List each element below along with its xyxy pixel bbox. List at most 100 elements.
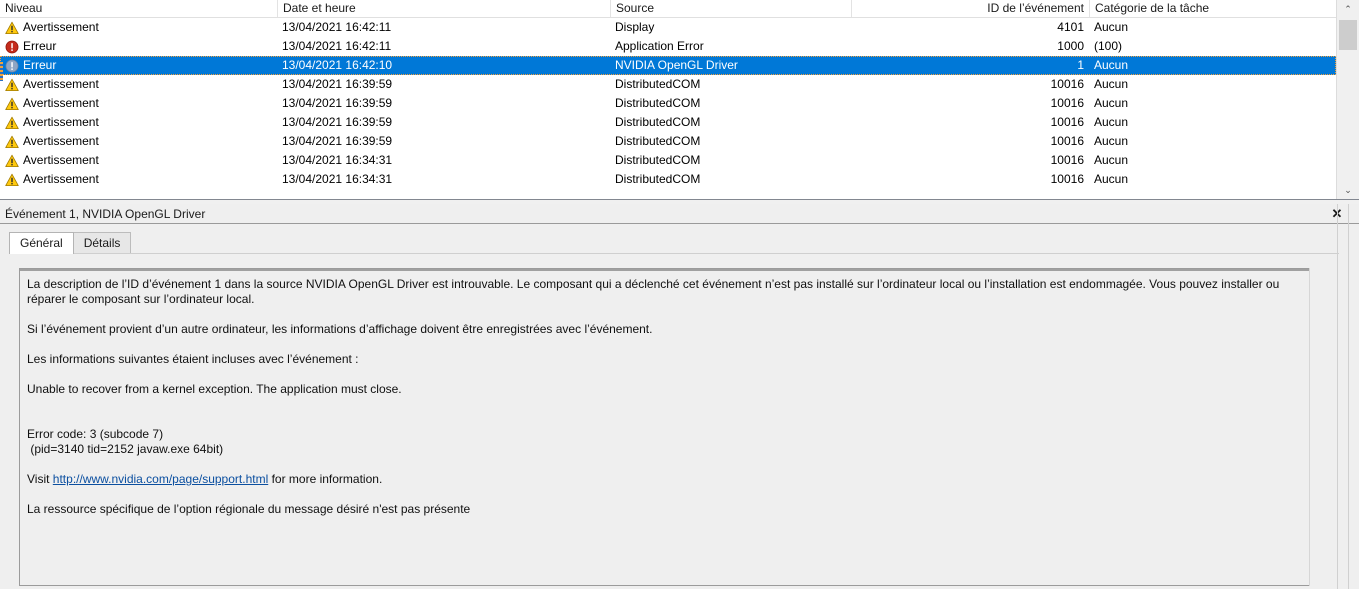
table-row[interactable]: Avertissement 13/04/2021 16:39:59 Distribu…: [0, 113, 1336, 132]
cell-level: Avertissement: [0, 75, 277, 94]
cell-source: DistributedCOM: [615, 115, 701, 129]
cell-category: Aucun: [1094, 96, 1129, 110]
visit-prefix-text: Visit: [27, 472, 53, 486]
cell-datetime: 13/04/2021 16:39:59: [282, 115, 393, 129]
tab-details[interactable]: Détails: [72, 232, 132, 253]
scrollbar-up-arrow-icon[interactable]: ⌃: [1337, 0, 1359, 18]
cell-datetime: 13/04/2021 16:42:11: [282, 39, 392, 53]
cell-event_id: 10016: [1050, 96, 1084, 110]
cell-datetime: 13/04/2021 16:34:31: [282, 153, 393, 167]
cell-category: Aucun: [1094, 20, 1129, 34]
tab-general[interactable]: Général: [9, 232, 74, 254]
cell-datetime: 13/04/2021 16:34:31: [282, 172, 393, 186]
cell-level: Avertissement: [0, 113, 277, 132]
cell-level: Erreur: [0, 56, 277, 75]
cell-category: Aucun: [1094, 134, 1129, 148]
table-row[interactable]: Avertissement 13/04/2021 16:39:59 Distribu…: [0, 94, 1336, 113]
cell-level: Avertissement: [0, 151, 277, 170]
warning-icon: [5, 116, 19, 129]
table-row[interactable]: Avertissement 13/04/2021 16:39:59 Distribu…: [0, 132, 1336, 151]
warning-icon: [5, 154, 19, 167]
event-list-rows[interactable]: Avertissement 13/04/2021 16:42:11 Display 4…: [0, 18, 1336, 189]
description-box-right-edge: [1309, 268, 1310, 586]
column-header-level[interactable]: Niveau: [0, 0, 277, 17]
cell-source: DistributedCOM: [615, 134, 701, 148]
cell-source: DistributedCOM: [615, 96, 701, 110]
description-pid-line: (pid=3140 tid=2152 javaw.exe 64bit): [27, 442, 224, 456]
event-detail-pane: Événement 1, NVIDIA OpenGL Driver ✕ Géné…: [0, 204, 1359, 589]
column-header-datetime[interactable]: Date et heure: [277, 0, 610, 17]
cell-category: Aucun: [1094, 153, 1129, 167]
cell-category: Aucun: [1094, 172, 1129, 186]
error-icon: [5, 40, 19, 54]
warning-icon: [5, 78, 19, 91]
visit-suffix-text: for more information.: [268, 472, 383, 486]
cell-datetime: 13/04/2021 16:42:11: [282, 20, 392, 34]
description-paragraph-7: La ressource spécifique de l’option régi…: [27, 502, 471, 516]
warning-icon: [5, 21, 19, 34]
table-row[interactable]: Avertissement 13/04/2021 16:34:31 Distribu…: [0, 170, 1336, 189]
warning-icon: [5, 135, 19, 148]
description-blank-line: [27, 397, 1303, 412]
event-list-viewport[interactable]: Niveau Date et heure Source ID de l’événeme…: [0, 0, 1336, 199]
error-icon: [5, 59, 19, 73]
detail-tabstrip[interactable]: Général Détails: [9, 232, 1349, 254]
cell-datetime: 13/04/2021 16:39:59: [282, 96, 393, 110]
table-row[interactable]: Erreur 13/04/2021 16:42:10 NVIDIA OpenGL D…: [0, 56, 1336, 75]
cell-source: Application Error: [615, 39, 704, 53]
description-visit-line: Visit http://www.nvidia.com/page/support…: [27, 472, 1303, 487]
cell-event_id: 10016: [1050, 115, 1084, 129]
cell-event_id: 10016: [1050, 172, 1084, 186]
column-header-category[interactable]: Catégorie de la tâche: [1089, 0, 1336, 17]
cell-category: (100): [1094, 39, 1123, 53]
cell-event_id: 1000: [1057, 39, 1084, 53]
description-paragraph-2: Si l’événement provient d’un autre ordin…: [27, 322, 653, 336]
event-list-column-headers[interactable]: Niveau Date et heure Source ID de l’événeme…: [0, 0, 1336, 18]
cell-level: Avertissement: [0, 170, 277, 189]
cell-source: DistributedCOM: [615, 77, 701, 91]
cell-level: Avertissement: [0, 18, 277, 37]
table-row[interactable]: Avertissement 13/04/2021 16:34:31 Distribu…: [0, 151, 1336, 170]
scrollbar-thumb[interactable]: [1339, 20, 1357, 50]
warning-icon: [5, 97, 19, 110]
column-header-source[interactable]: Source: [610, 0, 851, 17]
cell-event_id: 1: [1077, 58, 1084, 72]
cell-source: NVIDIA OpenGL Driver: [615, 58, 738, 72]
cell-event_id: 10016: [1050, 153, 1084, 167]
cell-datetime: 13/04/2021 16:39:59: [282, 134, 393, 148]
description-paragraph-1: La description de l’ID d’événement 1 dan…: [27, 277, 1283, 306]
cell-level: Erreur: [0, 37, 277, 56]
cell-source: DistributedCOM: [615, 172, 701, 186]
event-description-box[interactable]: La description de l’ID d’événement 1 dan…: [19, 268, 1309, 586]
cell-event_id: 4101: [1057, 20, 1084, 34]
cell-level: Avertissement: [0, 132, 277, 151]
description-blank-line-2: [27, 412, 1303, 427]
event-detail-titlebar: Événement 1, NVIDIA OpenGL Driver ✕: [0, 204, 1359, 224]
table-row[interactable]: Erreur 13/04/2021 16:42:11 Application Err…: [0, 37, 1336, 56]
detail-pane-right-edge: [1337, 204, 1338, 589]
detail-pane-outer-edge: [1348, 204, 1349, 589]
cell-event_id: 10016: [1050, 134, 1084, 148]
cell-category: Aucun: [1094, 77, 1129, 91]
cell-event_id: 10016: [1050, 77, 1084, 91]
table-row[interactable]: Avertissement 13/04/2021 16:39:59 Distribu…: [0, 75, 1336, 94]
column-header-event_id[interactable]: ID de l’événement: [851, 0, 1089, 17]
event-list-vertical-scrollbar[interactable]: ⌃ ⌄: [1336, 0, 1359, 199]
cell-source: DistributedCOM: [615, 153, 701, 167]
cell-level: Avertissement: [0, 94, 277, 113]
scrollbar-down-arrow-icon[interactable]: ⌄: [1337, 181, 1359, 199]
warning-icon: [5, 173, 19, 186]
cell-source: Display: [615, 20, 655, 34]
description-paragraph-4: Unable to recover from a kernel exceptio…: [27, 382, 402, 396]
description-paragraph-3: Les informations suivantes étaient inclu…: [27, 352, 359, 366]
event-description-content: La description de l’ID d’événement 1 dan…: [27, 277, 1303, 532]
table-row[interactable]: Avertissement 13/04/2021 16:42:11 Display 4…: [0, 18, 1336, 37]
tabstrip-underline: [9, 253, 1339, 254]
cell-category: Aucun: [1094, 58, 1129, 72]
cell-category: Aucun: [1094, 115, 1129, 129]
event-list-region: Niveau Date et heure Source ID de l’événeme…: [0, 0, 1359, 199]
nvidia-support-link[interactable]: http://www.nvidia.com/page/support.html: [53, 472, 268, 486]
cell-datetime: 13/04/2021 16:42:10: [282, 58, 393, 72]
description-error-code-line: Error code: 3 (subcode 7): [27, 427, 164, 441]
focus-indicator: [0, 62, 3, 81]
